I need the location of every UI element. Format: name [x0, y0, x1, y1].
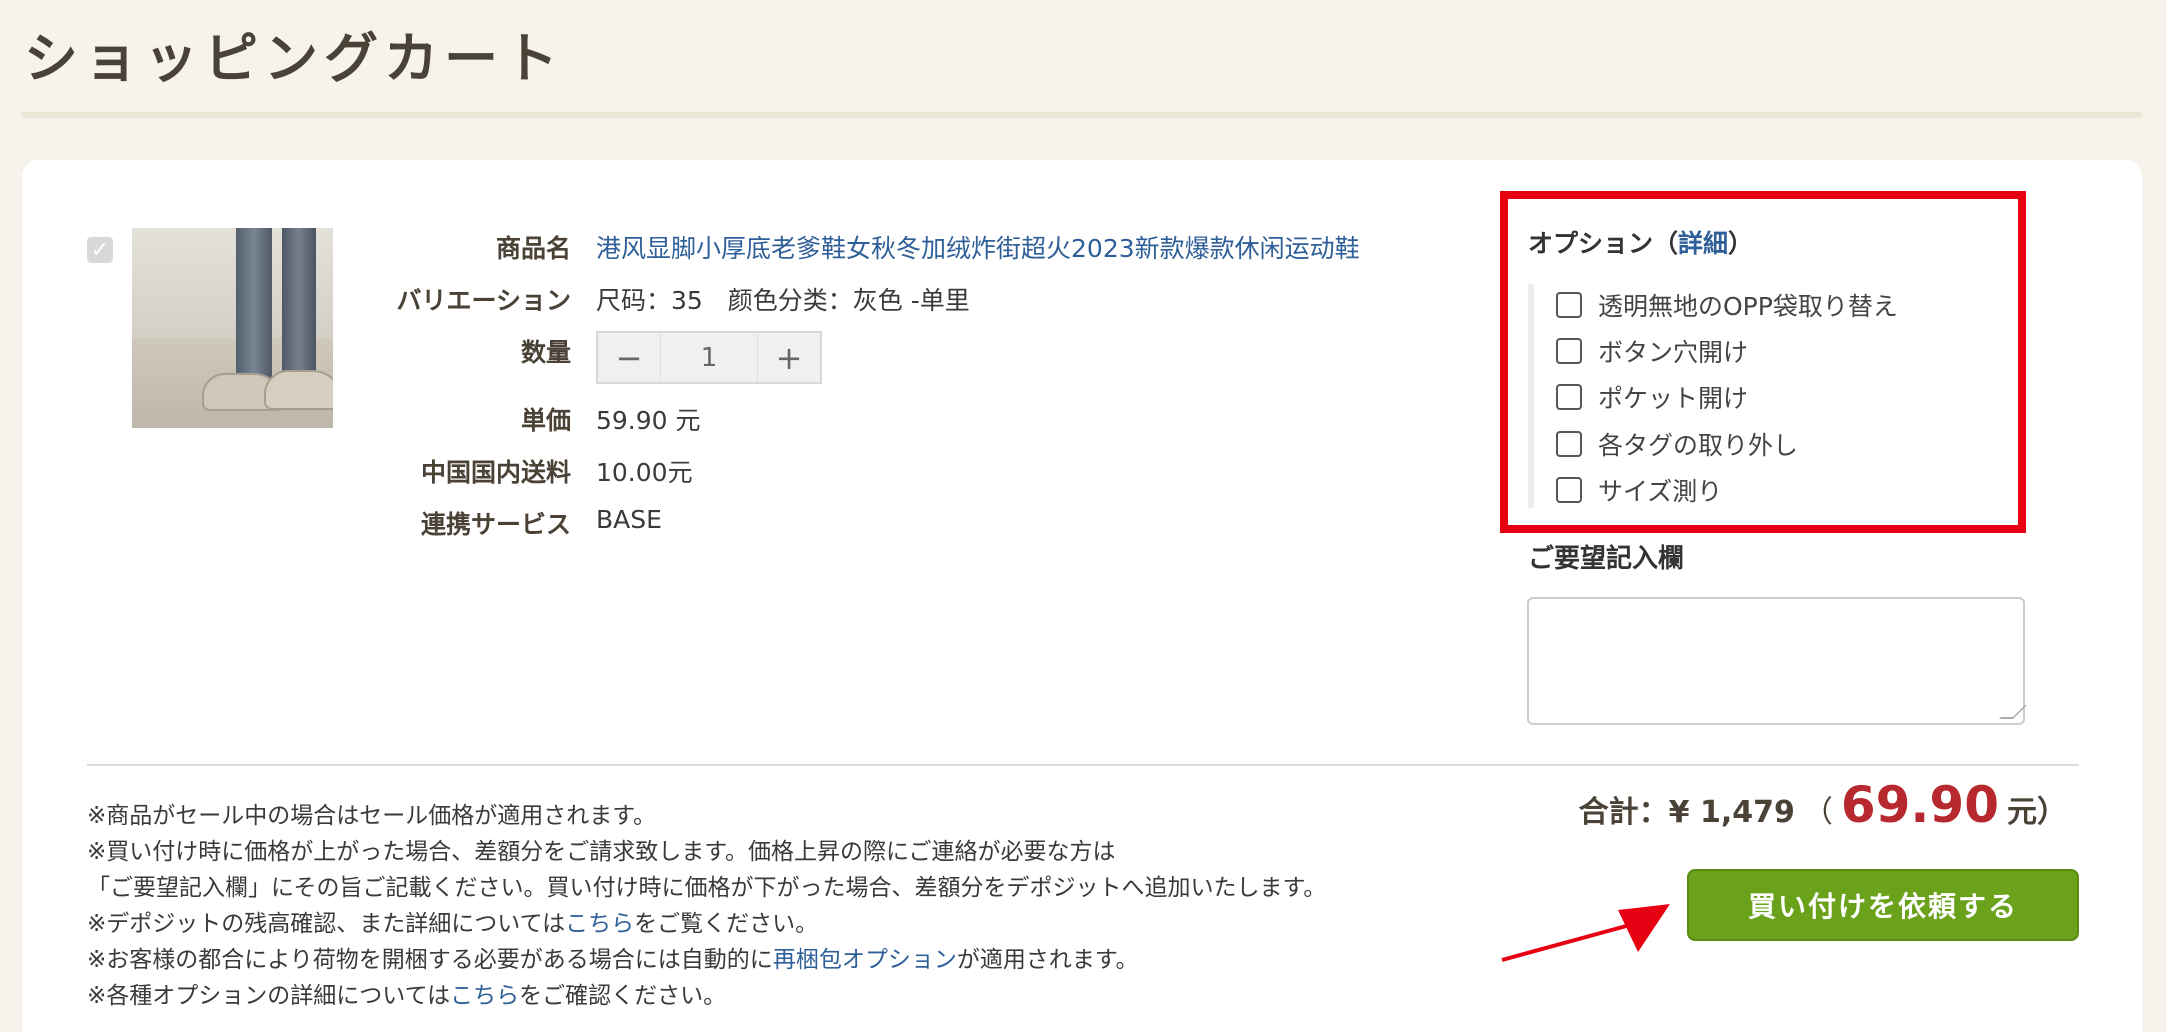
product-image[interactable] — [132, 228, 333, 428]
title-divider — [22, 112, 2142, 118]
item-select-checkbox[interactable]: ✓ — [87, 237, 113, 263]
request-label: ご要望記入欄 — [1528, 544, 1685, 574]
option-label: ポケット開け — [1598, 384, 1749, 413]
note-line: ※デポジットの残高確認、また詳細についてはこちらをご覧ください。 — [87, 906, 1326, 942]
repack-option-link[interactable]: 再梱包オプション — [773, 947, 957, 973]
variation-value: 尺码：35 颜色分类：灰色 -单里 — [596, 286, 970, 315]
section-divider — [87, 764, 2079, 766]
option-pocket[interactable]: ポケット開け — [1556, 379, 1748, 415]
note-line: 「ご要望記入欄」にその旨ご記載ください。買い付け時に価格が下がった場合、差額分を… — [87, 875, 1327, 901]
note-line: ※買い付け時に価格が上がった場合、差額分をご請求致します。価格上昇の際にご連絡が… — [87, 839, 1116, 865]
option-label: サイズ測り — [1598, 477, 1723, 506]
deposit-details-link[interactable]: こちら — [565, 911, 634, 937]
note-line: ※お客様の都合により荷物を開梱する必要がある場合には自動的に再梱包オプションが適… — [87, 942, 1326, 978]
product-name-link[interactable]: 港风显脚小厚底老爹鞋女秋冬加绒炸街超火2023新款爆款休闲运动鞋 — [596, 229, 1360, 265]
linked-service-value: BASE — [596, 505, 662, 534]
total-amount: 69.90 — [1840, 776, 1999, 834]
options-details-link[interactable]: こちら — [450, 983, 519, 1009]
option-tag-removal[interactable]: 各タグの取り外し — [1556, 426, 1798, 462]
option-checkbox[interactable] — [1556, 477, 1582, 503]
options-list: 透明無地のOPP袋取り替え ボタン穴開け ポケット開け 各タグの取り外し サイズ… — [1528, 284, 1988, 508]
option-opp-bag[interactable]: 透明無地のOPP袋取り替え — [1556, 287, 1898, 323]
domestic-shipping-value: 10.00元 — [596, 458, 693, 487]
note-text: ※デポジットの残高確認、また詳細については — [87, 911, 566, 937]
options-detail-link[interactable]: 詳細 — [1678, 229, 1728, 258]
options-title-prefix: オプション（ — [1528, 229, 1679, 258]
option-checkbox[interactable] — [1556, 338, 1582, 364]
note-text: ※お客様の都合により荷物を開梱する必要がある場合には自動的に — [87, 947, 773, 973]
note-text: ※各種オプションの詳細については — [87, 983, 451, 1009]
spec-label-quantity: 数量 — [520, 338, 571, 367]
note-line: ※商品がセール中の場合はセール価格が適用されます。 — [87, 803, 656, 829]
pointer-arrow-icon — [1501, 904, 1670, 962]
option-checkbox[interactable] — [1556, 431, 1582, 457]
option-checkbox[interactable] — [1556, 384, 1582, 410]
quantity-increase-button[interactable]: + — [758, 333, 820, 382]
unit-price-value: 59.90 元 — [596, 406, 701, 435]
option-label: ボタン穴開け — [1598, 338, 1749, 367]
note-text: をご覧ください。 — [634, 911, 819, 937]
option-size-measure[interactable]: サイズ測り — [1556, 472, 1722, 508]
notes-block: ※商品がセール中の場合はセール価格が適用されます。 ※買い付け時に価格が上がった… — [87, 798, 1326, 1014]
option-checkbox[interactable] — [1556, 292, 1582, 318]
note-text: が適用されます。 — [956, 947, 1139, 973]
option-buttonhole[interactable]: ボタン穴開け — [1556, 333, 1748, 369]
option-label: 各タグの取り外し — [1598, 431, 1799, 460]
spec-label-domestic-shipping: 中国国内送料 — [420, 458, 571, 487]
request-textarea[interactable] — [1527, 597, 2025, 725]
request-purchase-button[interactable]: 買い付けを依頼する — [1687, 869, 2079, 941]
note-line: ※各種オプションの詳細についてはこちらをご確認ください。 — [87, 978, 1326, 1014]
option-label: 透明無地のOPP袋取り替え — [1598, 292, 1898, 321]
spec-label-unit-price: 単価 — [520, 406, 571, 435]
spec-label-variation: バリエーション — [396, 286, 571, 315]
total-paren-open: （ — [1802, 795, 1833, 830]
total-unit: 元） — [2007, 795, 2067, 830]
quantity-stepper: − 1 + — [596, 331, 822, 384]
options-title: オプション（詳細） — [1528, 224, 1753, 260]
spec-label-name: 商品名 — [495, 234, 571, 263]
options-title-suffix: ） — [1728, 229, 1754, 258]
quantity-value[interactable]: 1 — [660, 333, 758, 382]
total-label: 合計：¥ 1,479 — [1578, 795, 1795, 830]
note-text: をご確認ください。 — [519, 983, 727, 1009]
quantity-decrease-button[interactable]: − — [598, 333, 660, 382]
total-price: 合計：¥ 1,479 （ 69.90 元） — [1579, 776, 2067, 834]
spec-label-linked-service: 連携サービス — [420, 510, 571, 539]
page-title: ショッピングカート — [24, 27, 564, 90]
